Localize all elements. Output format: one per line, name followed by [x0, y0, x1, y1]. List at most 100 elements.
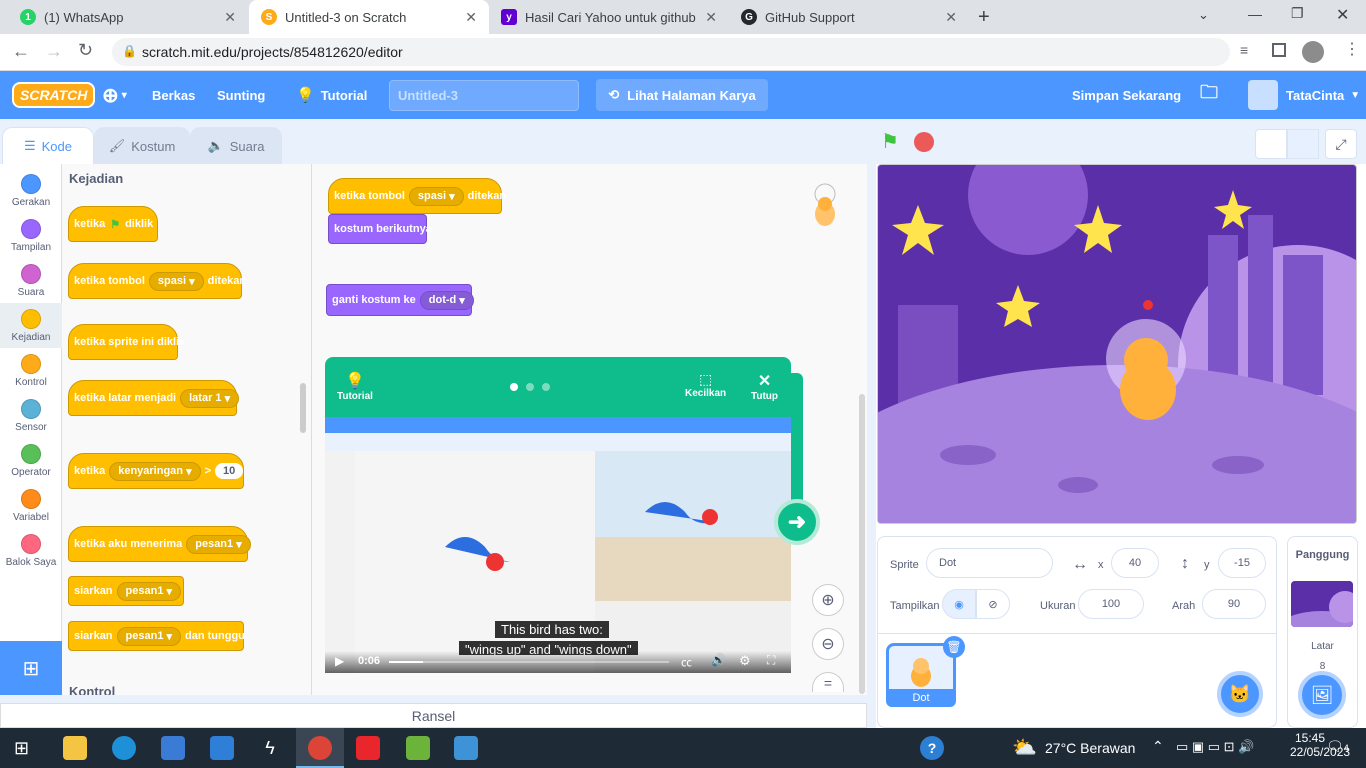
tab-github[interactable]: G GitHub Support ✕	[729, 0, 969, 34]
tray-icons[interactable]: ▭ ▣ ▭ ⊡ 🔊	[1176, 739, 1254, 755]
category-sensing[interactable]: Sensor	[0, 393, 62, 438]
size-input[interactable]: 100	[1078, 589, 1144, 619]
tab-whatsapp[interactable]: 1 (1) WhatsApp ✕	[8, 0, 248, 34]
step-dot[interactable]	[542, 383, 550, 391]
category-my-blocks[interactable]: Balok Saya	[0, 528, 62, 573]
close-icon[interactable]: ✕	[224, 9, 236, 26]
workspace-scrollbar[interactable]	[859, 394, 865, 694]
tutorial-menu[interactable]: 💡 Tutorial	[296, 71, 367, 119]
tab-scratch[interactable]: S Untitled-3 on Scratch ✕	[249, 0, 489, 34]
minimize-icon[interactable]: —	[1248, 6, 1262, 22]
notification-icon[interactable]: 🗨4	[1326, 738, 1349, 755]
next-step-arrow-icon[interactable]: ➜	[774, 499, 820, 545]
stage-target-pane[interactable]: Panggung Latar 8 🖼	[1287, 536, 1358, 728]
block-when-receive[interactable]: ketika aku menerima pesan1 ▾	[68, 526, 251, 562]
fullscreen-icon[interactable]: ⛶	[767, 653, 775, 668]
language-globe-icon[interactable]: ⊕ ▾	[102, 71, 127, 119]
file-menu[interactable]: Berkas	[152, 71, 195, 119]
menu-icon[interactable]: ⋮	[1344, 39, 1360, 59]
close-icon[interactable]: ✕	[465, 9, 477, 26]
reading-list-icon[interactable]: ≡	[1240, 42, 1248, 58]
green-flag-icon[interactable]: ⚑	[881, 129, 899, 154]
small-stage-icon[interactable]	[1255, 129, 1287, 159]
category-looks[interactable]: Tampilan	[0, 213, 62, 258]
close-icon[interactable]: ✕	[705, 9, 717, 26]
back-icon[interactable]: ←	[12, 41, 30, 62]
edge-icon[interactable]	[112, 736, 136, 760]
large-stage-icon[interactable]	[1287, 129, 1319, 159]
value-input[interactable]: 10	[215, 463, 244, 479]
shrink-button[interactable]: ⬚ Kecilkan	[685, 371, 726, 399]
fullscreen-icon[interactable]: ⤢	[1325, 129, 1357, 159]
tutorial-header-item[interactable]: 💡 Tutorial	[337, 371, 373, 402]
user-menu[interactable]: TataCinta ▼	[1248, 71, 1360, 119]
tab-sound[interactable]: 🔈 Suara	[190, 127, 282, 164]
app-bolt-icon[interactable]: ϟ	[258, 736, 282, 760]
tray-chevron-icon[interactable]: ⌃	[1152, 738, 1164, 755]
category-motion[interactable]: Gerakan	[0, 168, 62, 213]
zoom-in-icon[interactable]: ⊕	[812, 584, 844, 616]
volume-icon[interactable]: 🔊	[711, 653, 726, 667]
photos-icon[interactable]	[454, 736, 478, 760]
zoom-reset-icon[interactable]: =	[812, 672, 844, 692]
see-project-page-button[interactable]: ⟲ Lihat Halaman Karya	[596, 79, 768, 111]
add-extension-button[interactable]: ⊞	[0, 641, 62, 695]
wps-icon[interactable]	[356, 736, 380, 760]
sensor-dropdown[interactable]: kenyaringan ▾	[109, 461, 201, 481]
add-backdrop-icon[interactable]: 🖼	[1298, 671, 1346, 719]
ws-block-switch-costume[interactable]: ganti kostum ke dot-d ▾	[326, 284, 474, 316]
y-input[interactable]: -15	[1218, 548, 1266, 578]
mail-icon[interactable]	[210, 736, 234, 760]
block-when-backdrop-switches[interactable]: ketika latar menjadi latar 1 ▾	[68, 380, 240, 416]
url-field[interactable]: 🔒 scratch.mit.edu/projects/854812620/edi…	[112, 38, 1230, 66]
settings-gear-icon[interactable]: ⚙	[739, 653, 751, 669]
category-variables[interactable]: Variabel	[0, 483, 62, 528]
x-input[interactable]: 40	[1111, 548, 1159, 578]
tab-search-icon[interactable]: ⌄	[1198, 7, 1209, 23]
backpack-bar[interactable]: Ransel	[0, 703, 867, 728]
zoom-out-icon[interactable]: ⊖	[812, 628, 844, 660]
message-dropdown[interactable]: pesan1 ▾	[116, 626, 182, 646]
stop-icon[interactable]	[914, 132, 934, 152]
play-icon[interactable]: ▶	[335, 654, 344, 668]
ws-block-next-costume[interactable]: kostum berikutnya	[328, 214, 432, 244]
sprite-name-input[interactable]: Dot	[926, 548, 1053, 578]
message-dropdown[interactable]: pesan1 ▾	[116, 581, 182, 601]
profile-avatar[interactable]	[1302, 41, 1324, 63]
step-dot[interactable]	[526, 383, 534, 391]
file-explorer-icon[interactable]	[63, 736, 87, 760]
sprite-tile-dot[interactable]: Dot 🗑	[886, 636, 965, 707]
edit-menu[interactable]: Sunting	[217, 71, 265, 119]
ws-block-when-key-pressed[interactable]: ketika tombol spasi ▾ ditekan	[328, 178, 506, 214]
block-broadcast-and-wait[interactable]: siarkan pesan1 ▾ dan tunggu	[68, 621, 245, 651]
block-broadcast[interactable]: siarkan pesan1 ▾	[68, 576, 184, 606]
palette-scrollbar[interactable]	[300, 383, 306, 433]
project-title-input[interactable]: Untitled-3	[389, 80, 579, 111]
stage-canvas[interactable]	[877, 164, 1357, 524]
hide-visible-icon[interactable]: ⊘	[976, 589, 1010, 619]
windows-start-icon[interactable]: ⊞	[14, 738, 29, 759]
category-sound[interactable]: Suara	[0, 258, 62, 303]
help-icon[interactable]: ?	[920, 736, 944, 760]
block-when-sprite-clicked[interactable]: ketika sprite ini diklik	[68, 324, 185, 360]
forward-icon[interactable]: →	[45, 41, 63, 62]
step-dot-active[interactable]	[510, 383, 518, 391]
save-now-button[interactable]: Simpan Sekarang	[1072, 71, 1181, 119]
folder-icon[interactable]: 🗀	[1200, 71, 1218, 119]
store-icon[interactable]	[161, 736, 185, 760]
category-events[interactable]: Kejadian	[0, 303, 62, 348]
weather-icon[interactable]: ⛅	[1012, 735, 1037, 760]
tab-yahoo[interactable]: y Hasil Cari Yahoo untuk github log ✕	[489, 0, 729, 34]
close-icon[interactable]: ✕	[945, 9, 957, 26]
weather-text[interactable]: 27°C Berawan	[1045, 740, 1135, 756]
category-control[interactable]: Kontrol	[0, 348, 62, 393]
direction-input[interactable]: 90	[1202, 589, 1266, 619]
new-tab-icon[interactable]: +	[978, 6, 990, 29]
cc-icon[interactable]: ㏄	[681, 654, 692, 670]
block-when-flag-clicked[interactable]: ketika ⚑ diklik	[68, 206, 158, 242]
category-operators[interactable]: Operator	[0, 438, 62, 483]
add-sprite-cat-icon[interactable]: 🐱	[1217, 671, 1263, 717]
reload-icon[interactable]: ↻	[78, 40, 93, 61]
chrome-icon[interactable]	[308, 736, 332, 760]
app-green-icon[interactable]	[406, 736, 430, 760]
